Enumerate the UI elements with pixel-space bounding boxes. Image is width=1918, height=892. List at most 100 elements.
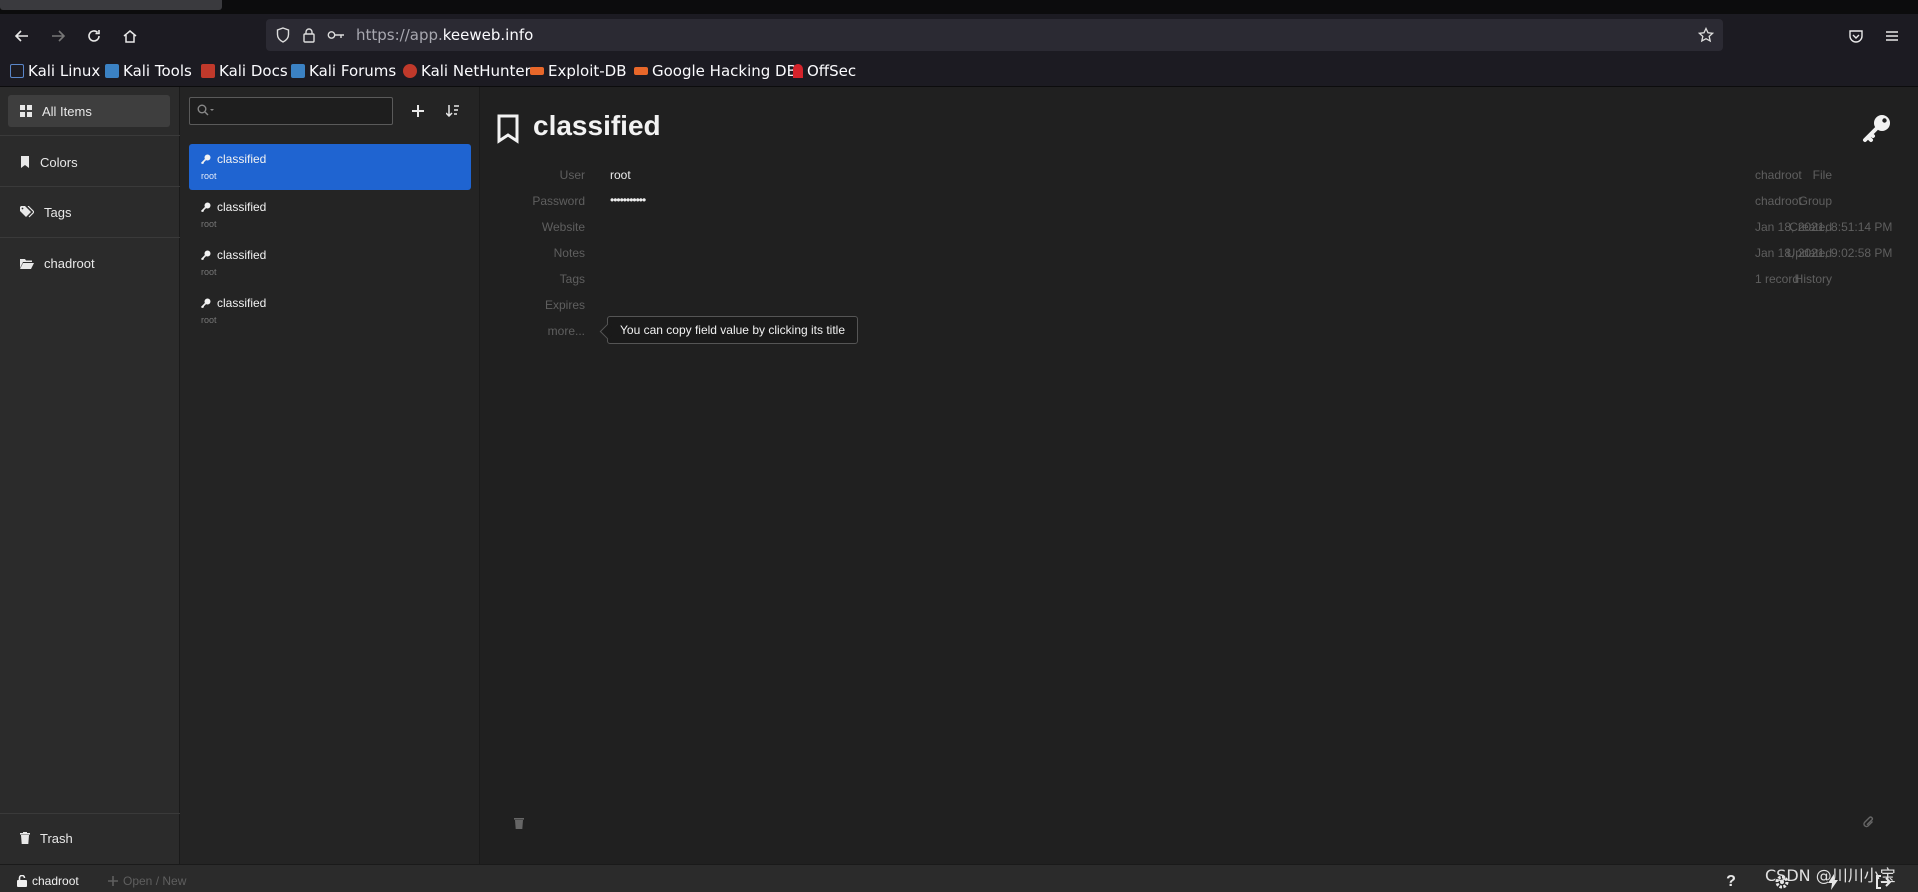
- reload-icon: [88, 30, 100, 42]
- menu-divider: [0, 135, 180, 136]
- delete-entry-icon[interactable]: [514, 817, 524, 829]
- entry-details: classified User root Password ••••••••••…: [481, 87, 1918, 864]
- shield-icon[interactable]: [274, 26, 292, 44]
- footer-file-name: chadroot: [32, 874, 79, 888]
- menu-item-chadroot[interactable]: chadroot: [8, 247, 170, 279]
- lock-icon[interactable]: [300, 26, 318, 44]
- menu-item-label: Trash: [40, 830, 73, 846]
- key-icon: [201, 154, 211, 164]
- list-item[interactable]: classified root: [189, 288, 471, 334]
- browser-tab[interactable]: [0, 0, 222, 10]
- add-entry-button[interactable]: [406, 99, 430, 123]
- list-item[interactable]: classified root: [189, 240, 471, 286]
- menu-item-label: Colors: [40, 154, 78, 170]
- trash-icon: [20, 832, 30, 844]
- search-input[interactable]: [189, 97, 393, 125]
- key-icon: [201, 298, 211, 308]
- bookmark-google-hacking-db[interactable]: Google Hacking DB: [634, 62, 797, 80]
- offsec-icon: [793, 64, 803, 78]
- bookmark-kali-tools[interactable]: Kali Tools: [105, 62, 192, 80]
- tags-icon: [20, 206, 34, 218]
- bookmark-kali-nethunter[interactable]: Kali NetHunter: [403, 62, 531, 80]
- entry-title-heading[interactable]: classified: [533, 110, 661, 142]
- footer-file[interactable]: chadroot: [17, 874, 79, 888]
- attachment-icon[interactable]: [1863, 816, 1875, 829]
- bookmark-exploit-db[interactable]: Exploit-DB: [530, 62, 627, 80]
- plus-icon: [412, 105, 424, 117]
- aside-value-created: Jan 18, 2021, 8:51:14 PM: [1755, 220, 1893, 234]
- kali-forums-icon: [291, 64, 305, 78]
- kali-dragon-icon: [10, 64, 24, 78]
- exploit-db-icon: [530, 67, 544, 75]
- home-button[interactable]: [116, 22, 144, 50]
- menu-item-all-items[interactable]: All Items: [8, 95, 170, 127]
- app-menu-button[interactable]: [1878, 22, 1906, 50]
- bookmark-kali-docs[interactable]: Kali Docs: [201, 62, 288, 80]
- entry-user: root: [201, 171, 217, 181]
- url-text[interactable]: https://app.keeweb.info: [356, 26, 533, 44]
- menu-item-colors[interactable]: Colors: [8, 146, 170, 178]
- aside-value-updated: Jan 18, 2021, 9:02:58 PM: [1755, 246, 1893, 260]
- search-icon: [197, 104, 215, 119]
- back-button[interactable]: [8, 22, 36, 50]
- field-label-tags[interactable]: Tags: [485, 272, 585, 286]
- reload-button[interactable]: [80, 22, 108, 50]
- hamburger-menu-icon: [1886, 31, 1898, 41]
- pocket-icon: [1849, 30, 1863, 43]
- menu-item-label: chadroot: [44, 255, 95, 271]
- menu-divider: [0, 237, 180, 238]
- app-footer: chadroot Open / New ?: [0, 864, 1918, 892]
- menu-item-label: All Items: [42, 103, 92, 119]
- menu-item-label: Tags: [44, 204, 72, 220]
- kali-tools-icon: [105, 64, 119, 78]
- entry-title: classified: [217, 296, 267, 310]
- pocket-button[interactable]: [1842, 22, 1870, 50]
- nethunter-icon: [403, 64, 417, 78]
- entry-user: root: [201, 219, 217, 229]
- address-bar[interactable]: https://app.keeweb.info: [266, 19, 1723, 51]
- field-value-password[interactable]: •••••••••••: [610, 193, 646, 207]
- field-value-user[interactable]: root: [610, 168, 631, 182]
- menu-item-tags[interactable]: Tags: [8, 196, 170, 228]
- plus-icon: [108, 876, 118, 886]
- grid-icon: [20, 105, 32, 117]
- bookmark-icon: [21, 156, 29, 168]
- key-icon: [201, 202, 211, 212]
- bookmark-offsec[interactable]: OffSec: [793, 62, 856, 80]
- bookmark-kali-linux[interactable]: Kali Linux: [10, 62, 100, 80]
- open-new-label: Open / New: [123, 874, 187, 888]
- aside-value-history[interactable]: 1 record: [1755, 272, 1799, 286]
- list-item[interactable]: classified root: [189, 192, 471, 238]
- entry-key-icon[interactable]: [1862, 113, 1892, 143]
- forward-button[interactable]: [44, 22, 72, 50]
- bookmark-outline-icon[interactable]: [497, 114, 519, 144]
- key-icon: [201, 250, 211, 260]
- field-label-expires[interactable]: Expires: [485, 298, 585, 312]
- aside-value-group[interactable]: chadroot: [1755, 194, 1802, 208]
- field-label-password[interactable]: Password: [485, 194, 585, 208]
- sort-button[interactable]: [441, 99, 465, 123]
- browser-navbar: https://app.keeweb.info: [0, 14, 1918, 57]
- field-label-website[interactable]: Website: [485, 220, 585, 234]
- menu-item-trash[interactable]: Trash: [8, 822, 170, 854]
- unlock-icon: [17, 875, 27, 887]
- list-item[interactable]: classified root: [189, 144, 471, 190]
- copy-hint-tooltip: You can copy field value by clicking its…: [607, 316, 859, 344]
- bookmark-star-icon[interactable]: [1697, 26, 1715, 44]
- aside-value-file: chadroot: [1755, 168, 1802, 182]
- kali-docs-icon: [201, 64, 215, 78]
- field-label-notes[interactable]: Notes: [485, 246, 585, 260]
- url-prefix: https://app.: [356, 26, 443, 44]
- help-button[interactable]: ?: [1722, 873, 1740, 891]
- menu-divider: [0, 813, 180, 814]
- forward-arrow-icon: [52, 30, 66, 42]
- home-icon: [123, 30, 137, 43]
- open-new-button[interactable]: Open / New: [108, 874, 186, 888]
- field-label-user[interactable]: User: [485, 168, 585, 182]
- browser-tab-strip: [0, 0, 1918, 14]
- bookmark-kali-forums[interactable]: Kali Forums: [291, 62, 396, 80]
- key-permission-icon[interactable]: [327, 26, 345, 44]
- menu-divider: [0, 186, 180, 187]
- field-label-more[interactable]: more...: [485, 324, 585, 338]
- keeweb-app: All Items Colors Tags chadroot Trash cla…: [0, 87, 1918, 892]
